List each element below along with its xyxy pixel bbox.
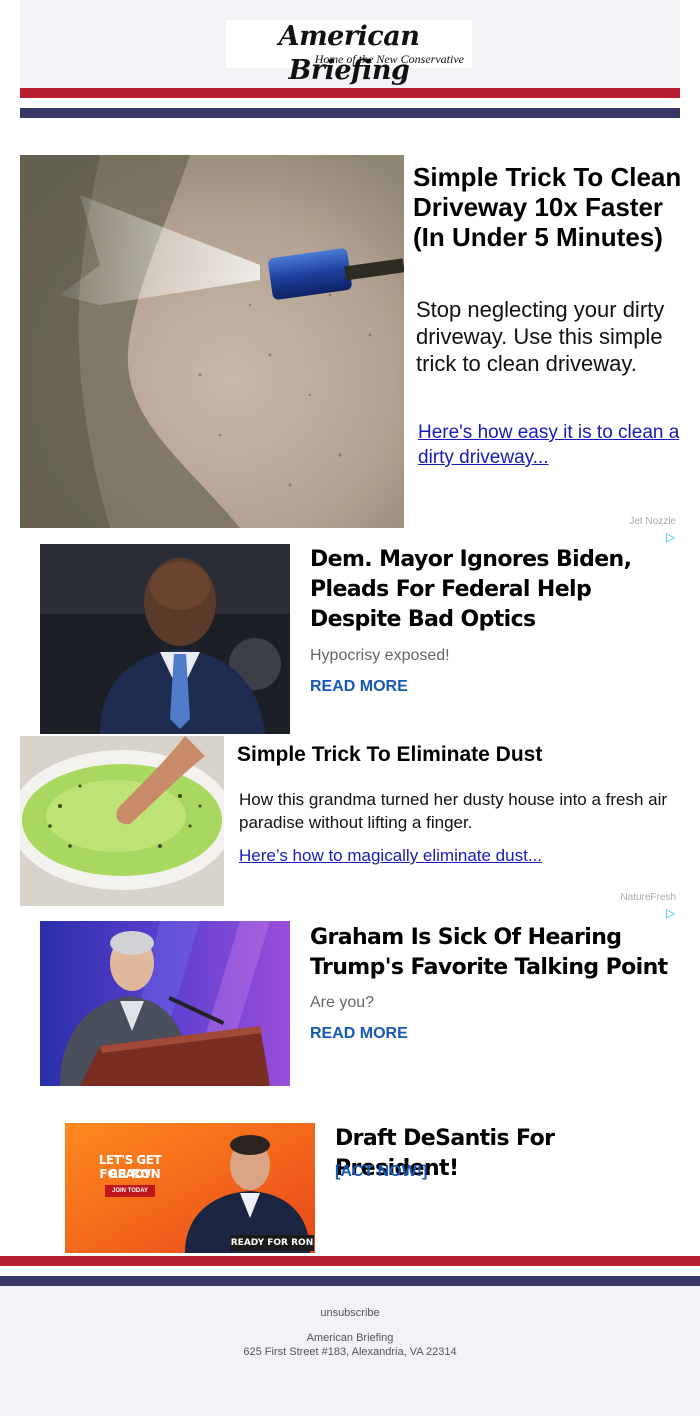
ad2-link[interactable]: Here’s how to magically eliminate dust..…: [239, 845, 542, 867]
adchoices-icon[interactable]: ▷: [666, 906, 675, 920]
header-stripe-navy: [20, 108, 680, 118]
footer-stripe-navy: [0, 1276, 700, 1286]
header-stripe-red: [20, 88, 680, 98]
promo-banner-line2: FOR RON: [99, 1167, 161, 1181]
footer-company: American Briefing: [306, 1332, 394, 1344]
ad1-sponsor: Jet Nozzle: [629, 516, 676, 527]
footer-stripe-red: [0, 1256, 700, 1266]
ad1-image[interactable]: [20, 155, 404, 528]
logo[interactable]: American Briefing Home of the New Conser…: [226, 20, 472, 86]
footer-address: 625 First Street #183, Alexandria, VA 22…: [243, 1346, 457, 1358]
story2-subtext: Are you?: [310, 994, 375, 1011]
ad1-link[interactable]: Here's how easy it is to clean a dirty d…: [418, 420, 688, 470]
ad2-body: How this grandma turned her dusty house …: [239, 790, 668, 832]
unsubscribe-link[interactable]: unsubscribe: [0, 1306, 700, 1321]
promo-cta[interactable]: [ACT NOW!]: [335, 1162, 427, 1182]
promo-banner-image[interactable]: LET'S GET READY FOR RON JOIN TODAY READY…: [65, 1123, 315, 1253]
story2-headline[interactable]: Graham Is Sick Of Hearing Trump's Favori…: [310, 923, 670, 983]
adchoices-icon[interactable]: ▷: [666, 530, 675, 544]
story2-read-more[interactable]: READ MORE: [310, 1024, 408, 1044]
logo-tagline: Home of the New Conservative: [314, 52, 464, 66]
ad2-headline[interactable]: Simple Trick To Eliminate Dust: [237, 742, 542, 768]
story1-subtext: Hypocrisy exposed!: [310, 647, 450, 664]
story1-image[interactable]: [40, 544, 290, 734]
story2-image[interactable]: [40, 921, 290, 1086]
story1-headline[interactable]: Dem. Mayor Ignores Biden, Pleads For Fed…: [310, 545, 670, 635]
promo-banner-join-button[interactable]: JOIN TODAY: [105, 1185, 155, 1197]
story1-read-more[interactable]: READ MORE: [310, 677, 408, 697]
ad2-image[interactable]: [20, 736, 224, 906]
footer: unsubscribe American Briefing 625 First …: [0, 1286, 700, 1416]
ad1-headline[interactable]: Simple Trick To Clean Driveway 10x Faste…: [413, 162, 683, 252]
ad2-sponsor: NatureFresh: [620, 892, 676, 903]
ad1-body: Stop neglecting your dirty driveway. Use…: [416, 297, 665, 376]
promo-banner-tag: READY FOR RON: [230, 1238, 314, 1248]
